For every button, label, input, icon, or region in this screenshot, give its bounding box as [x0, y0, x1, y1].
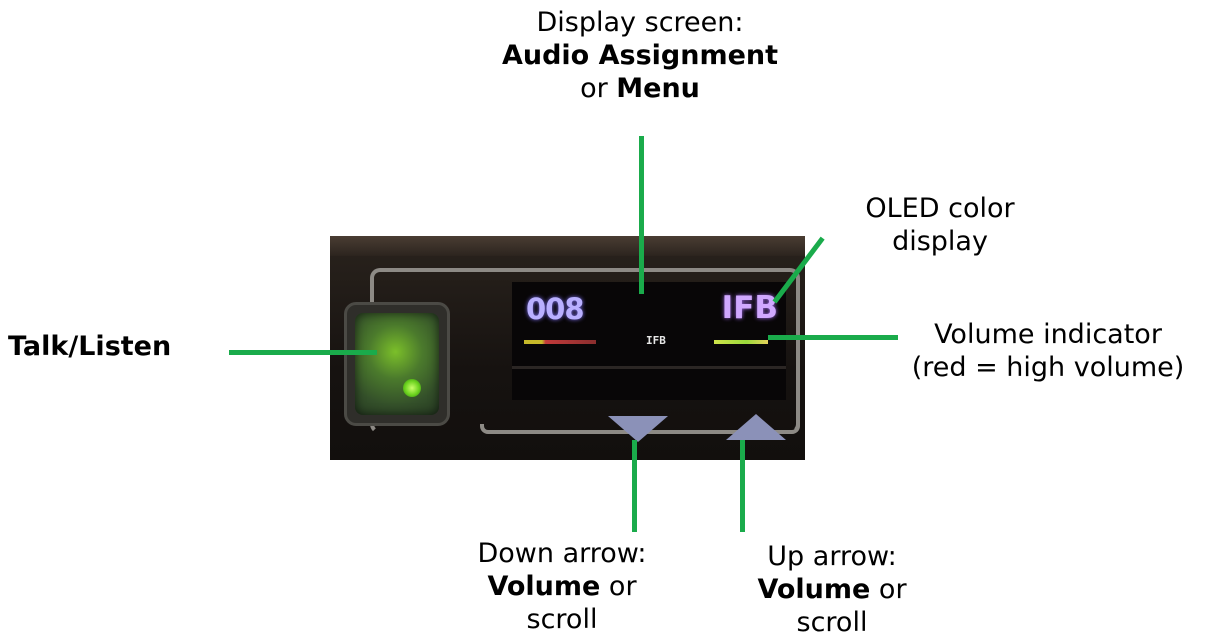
- display-screen-label-line3: or Menu: [580, 73, 700, 104]
- down-arrow-label-line2: Volume or: [487, 571, 637, 602]
- channel-small-label: IFB: [646, 334, 666, 347]
- channel-name: IFB: [721, 290, 778, 326]
- volume-indicator-leader: [768, 335, 898, 340]
- up-arrow-leader: [740, 440, 745, 532]
- up-arrow-label-line1: Up arrow:: [767, 541, 897, 572]
- talk-listen-label: Talk/Listen: [8, 331, 172, 362]
- up-arrow-label-line3: scroll: [796, 607, 868, 638]
- oled-display-screen: 008 IFB IFB: [512, 282, 786, 400]
- volume-meter-left: [524, 340, 596, 344]
- talk-button-face: [355, 313, 439, 415]
- display-screen-label-line2: Audio Assignment: [501, 40, 779, 71]
- volume-indicator-label-line1: Volume indicator: [934, 319, 1162, 350]
- screen-divider: [512, 366, 786, 369]
- down-arrow-button[interactable]: [608, 416, 668, 442]
- oled-display-label-line1: OLED color: [865, 193, 1015, 224]
- down-arrow-label-line3: scroll: [526, 604, 598, 635]
- down-arrow-leader: [632, 440, 637, 532]
- panel-top-edge: [330, 236, 805, 256]
- talk-listen-button[interactable]: [344, 302, 450, 426]
- volume-indicator-label: Volume indicator (red = high volume): [888, 318, 1208, 384]
- intercom-panel: 008 IFB IFB: [330, 236, 805, 460]
- down-arrow-label-line1: Down arrow:: [477, 538, 647, 569]
- up-arrow-label: Up arrow: Volume or scroll: [722, 540, 942, 639]
- oled-display-label: OLED color display: [830, 192, 1050, 258]
- channel-number: 008: [526, 292, 585, 326]
- talk-led-indicator: [403, 379, 421, 397]
- up-arrow-label-line2: Volume or: [757, 574, 907, 605]
- down-arrow-label: Down arrow: Volume or scroll: [452, 537, 672, 636]
- oled-display-label-line2: display: [892, 226, 988, 257]
- display-screen-label: Display screen: Audio Assignment or Menu: [480, 6, 800, 105]
- talk-listen-leader: [229, 350, 377, 355]
- volume-meter-right: [714, 340, 768, 344]
- display-screen-label-line1: Display screen:: [536, 7, 744, 38]
- display-screen-leader: [639, 136, 644, 294]
- volume-indicator-label-line2: (red = high volume): [911, 352, 1185, 383]
- up-arrow-button[interactable]: [726, 414, 786, 440]
